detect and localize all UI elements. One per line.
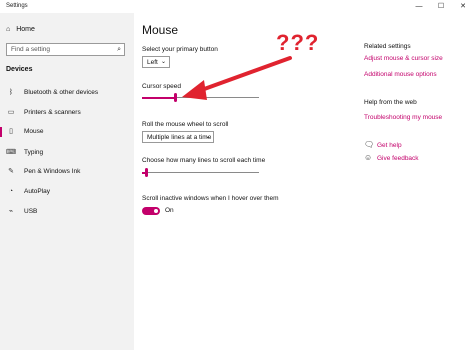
section-heading: Devices bbox=[6, 66, 33, 73]
pen-icon: ✎ bbox=[8, 168, 14, 175]
usb-icon: ⌁ bbox=[8, 208, 14, 215]
primary-button-value: Left bbox=[147, 59, 158, 66]
give-feedback-link[interactable]: Give feedback bbox=[377, 155, 419, 162]
scroll-value: Multiple lines at a time bbox=[147, 134, 212, 141]
printer-icon: ▭ bbox=[7, 109, 15, 116]
sidebar-item-bluetooth[interactable]: ᛒ Bluetooth & other devices bbox=[0, 86, 134, 100]
close-button[interactable]: ✕ bbox=[452, 0, 474, 13]
toggle-knob bbox=[154, 209, 158, 213]
title-bar: Settings — ☐ ✕ bbox=[0, 0, 474, 13]
scroll-dropdown[interactable]: Multiple lines at a time ⌄ bbox=[142, 131, 214, 143]
additional-options-link[interactable]: Additional mouse options bbox=[364, 71, 437, 78]
primary-button-dropdown[interactable]: Left ⌄ bbox=[142, 56, 170, 68]
annotation-text: ??? bbox=[276, 30, 320, 55]
bluetooth-icon: ᛒ bbox=[8, 89, 14, 96]
sidebar: ⌂ Home Find a setting ⌕ Devices ᛒ Blueto… bbox=[0, 13, 134, 350]
related-heading: Related settings bbox=[364, 43, 411, 50]
sidebar-item-label: Bluetooth & other devices bbox=[24, 89, 99, 96]
sidebar-item-label: Pen & Windows Ink bbox=[24, 168, 81, 175]
chevron-down-icon: ⌄ bbox=[204, 134, 210, 140]
home-icon: ⌂ bbox=[6, 26, 11, 33]
inactive-scroll-label: Scroll inactive windows when I hover ove… bbox=[142, 195, 279, 202]
get-help-link[interactable]: Get help bbox=[377, 142, 402, 149]
sidebar-item-label: Mouse bbox=[24, 128, 44, 135]
main-content: Mouse Select your primary button Left ⌄ … bbox=[134, 13, 474, 350]
sidebar-item-typing[interactable]: ⌨ Typing bbox=[0, 146, 134, 160]
sidebar-item-usb[interactable]: ⌁ USB bbox=[0, 205, 134, 219]
sidebar-item-autoplay[interactable]: ◔ AutoPlay bbox=[0, 185, 134, 199]
toggle-state-label: On bbox=[165, 207, 174, 214]
sidebar-item-label: Typing bbox=[24, 149, 44, 156]
inactive-scroll-toggle[interactable] bbox=[142, 207, 160, 215]
primary-button-label: Select your primary button bbox=[142, 46, 218, 53]
cursor-speed-label: Cursor speed bbox=[142, 83, 182, 90]
sidebar-item-pen[interactable]: ✎ Pen & Windows Ink bbox=[0, 165, 134, 179]
home-label: Home bbox=[16, 26, 35, 33]
sidebar-item-printers[interactable]: ▭ Printers & scanners bbox=[0, 106, 134, 120]
search-input[interactable]: Find a setting ⌕ bbox=[6, 43, 125, 56]
keyboard-icon: ⌨ bbox=[6, 149, 17, 156]
mouse-icon: ▯ bbox=[9, 128, 13, 135]
search-placeholder: Find a setting bbox=[11, 46, 51, 53]
sidebar-item-label: USB bbox=[24, 208, 38, 215]
cursor-speed-thumb[interactable] bbox=[173, 93, 177, 102]
help-heading: Help from the web bbox=[364, 99, 417, 106]
window-title: Settings bbox=[6, 3, 28, 9]
troubleshoot-link[interactable]: Troubleshooting my mouse bbox=[364, 114, 442, 121]
search-icon: ⌕ bbox=[117, 46, 121, 53]
sidebar-item-label: Printers & scanners bbox=[24, 109, 81, 116]
maximize-button[interactable]: ☐ bbox=[430, 0, 452, 13]
lines-thumb[interactable] bbox=[144, 168, 148, 177]
minimize-button[interactable]: — bbox=[408, 0, 430, 13]
lines-label: Choose how many lines to scroll each tim… bbox=[142, 157, 266, 164]
sidebar-item-label: AutoPlay bbox=[24, 188, 51, 195]
window-controls: — ☐ ✕ bbox=[408, 0, 474, 13]
chevron-down-icon: ⌄ bbox=[160, 59, 166, 65]
scroll-label: Roll the mouse wheel to scroll bbox=[142, 121, 229, 128]
feedback-icon: ☺ bbox=[364, 153, 373, 162]
autoplay-icon: ◔ bbox=[8, 188, 14, 195]
home-nav-item[interactable]: ⌂ Home bbox=[6, 26, 35, 33]
page-title: Mouse bbox=[142, 23, 179, 37]
lines-track[interactable] bbox=[142, 172, 259, 173]
adjust-cursor-link[interactable]: Adjust mouse & cursor size bbox=[364, 55, 443, 62]
cursor-speed-fill bbox=[142, 97, 175, 99]
help-icon: 🗨 bbox=[364, 140, 375, 149]
sidebar-item-mouse[interactable]: ▯ Mouse bbox=[0, 125, 134, 139]
